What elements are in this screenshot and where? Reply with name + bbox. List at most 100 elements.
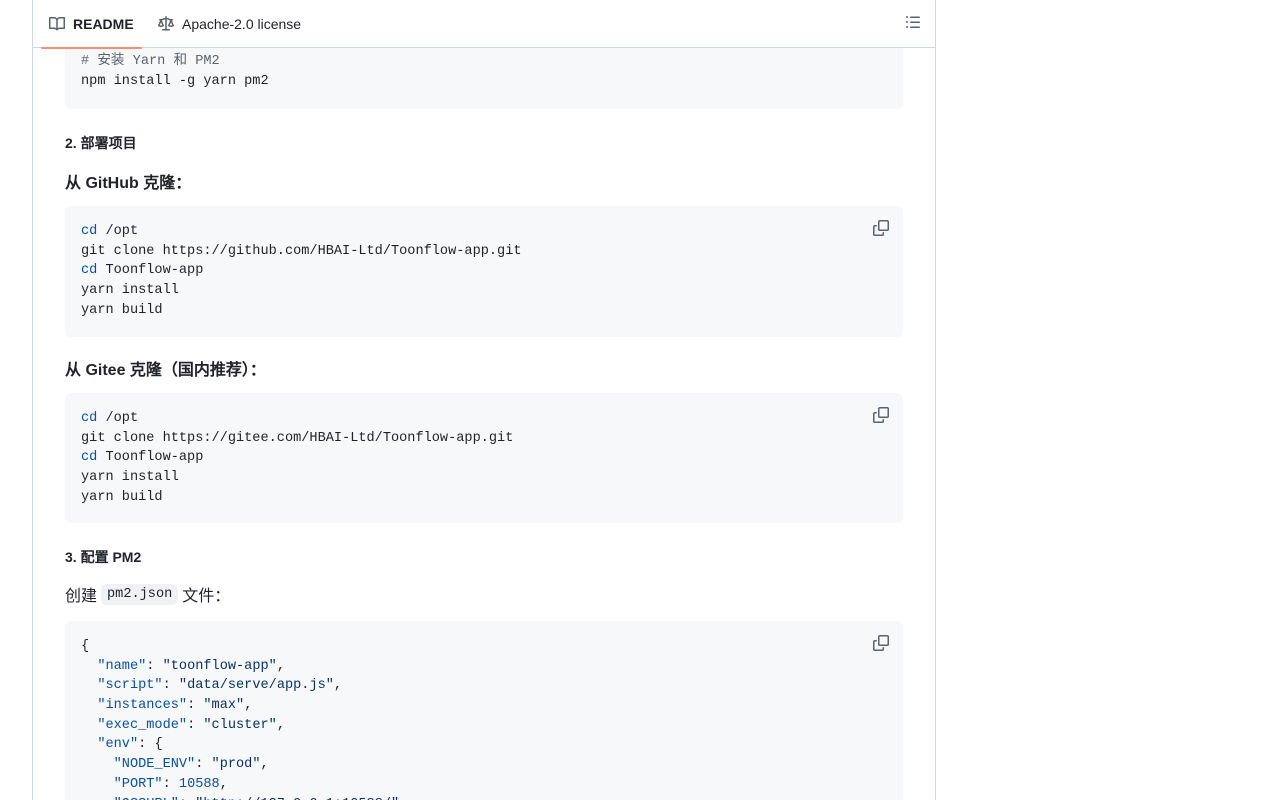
subheading-gitee-clone: 从 Gitee 克隆（国内推荐）： <box>65 362 266 379</box>
code-lines: cd /opt git clone https://github.com/HBAI… <box>81 222 887 320</box>
section-heading-pm2: 3. 配置 PM2 <box>65 549 142 565</box>
code-lines: # 安装 Yarn 和 PM2 npm install -g yarn pm2 <box>81 52 887 91</box>
code-token: cd <box>81 263 98 279</box>
code-token: yarn build <box>81 302 163 318</box>
law-scale-icon <box>158 16 174 32</box>
code-line: cd Toonflow-app <box>81 261 887 281</box>
code-token: : <box>146 658 163 674</box>
code-block-gitee-clone: cd /opt git clone https://gitee.com/HBAI-… <box>65 393 903 523</box>
code-line: cd Toonflow-app <box>81 448 887 468</box>
readme-container: README Apache-2.0 license # 安装 Yarn 和 PM… <box>32 0 936 800</box>
code-token: : { <box>138 737 163 753</box>
code-block-github-clone: cd /opt git clone https://github.com/HBAI… <box>65 206 903 337</box>
code-line: git clone https://gitee.com/HBAI-Ltd/Too… <box>81 429 887 449</box>
code-token: "exec_mode" <box>97 717 188 733</box>
code-lines: { "name": "toonflow-app", "script": "dat… <box>81 637 887 800</box>
copy-icon <box>873 219 889 241</box>
copy-icon <box>873 406 889 428</box>
code-line: cd /opt <box>81 409 887 429</box>
code-token: , <box>276 717 285 733</box>
code-line: "instances": "max", <box>81 696 887 716</box>
code-line: "exec_mode": "cluster", <box>81 716 887 736</box>
code-line: "script": "data/serve/app.js", <box>81 676 887 696</box>
code-token: , <box>244 698 253 714</box>
code-token: "instances" <box>97 698 188 714</box>
code-token: Toonflow-app <box>97 450 204 466</box>
code-token: : <box>187 698 204 714</box>
code-token: { <box>81 639 90 654</box>
copy-button[interactable] <box>867 403 895 431</box>
code-token: Toonflow-app <box>97 263 204 279</box>
code-token: "http://127.0.0.1:10588/" <box>195 797 399 800</box>
code-token: "prod" <box>211 757 261 773</box>
code-token: "OSSURL" <box>114 797 179 800</box>
code-token: : <box>162 776 179 792</box>
inline-code-filename: pm2.json <box>101 583 179 605</box>
code-lines: cd /opt git clone https://gitee.com/HBAI-… <box>81 409 887 507</box>
code-token: cd <box>81 450 98 466</box>
code-token: npm install -g yarn pm2 <box>81 73 269 89</box>
table-of-contents-button[interactable] <box>901 12 925 36</box>
code-token: "max" <box>203 698 245 714</box>
code-line: # 安装 Yarn 和 PM2 <box>81 52 887 72</box>
code-token: cd <box>81 411 98 426</box>
code-line: yarn install <box>81 281 887 301</box>
code-line: "NODE_ENV": "prod", <box>81 755 887 775</box>
code-token: , <box>219 776 228 792</box>
code-token: : <box>187 717 204 733</box>
code-line: "PORT": 10588, <box>81 775 887 795</box>
code-token: "NODE_ENV" <box>113 757 196 773</box>
tab-readme[interactable]: README <box>41 0 142 49</box>
code-line: yarn build <box>81 301 887 321</box>
code-line: "name": "toonflow-app", <box>81 657 887 677</box>
code-line: yarn install <box>81 468 887 488</box>
create-suffix: 文件： <box>182 588 231 605</box>
copy-button[interactable] <box>867 631 895 659</box>
code-line: git clone https://github.com/HBAI-Ltd/To… <box>81 242 887 262</box>
code-token: : <box>162 678 179 694</box>
code-token: yarn install <box>81 470 179 486</box>
section-heading-deploy: 2. 部署项目 <box>65 135 137 151</box>
code-token: , <box>333 678 343 694</box>
code-block-pm2-json: { "name": "toonflow-app", "script": "dat… <box>65 621 903 800</box>
readme-tabbar: README Apache-2.0 license <box>33 0 935 49</box>
code-token: "env" <box>97 737 139 753</box>
code-line: "env": { <box>81 735 887 755</box>
tab-license[interactable]: Apache-2.0 license <box>150 0 309 48</box>
copy-button[interactable] <box>867 216 895 244</box>
subheading-github-clone: 从 GitHub 克隆： <box>65 175 192 192</box>
code-token: "PORT" <box>113 776 163 792</box>
code-token: # 安装 Yarn 和 PM2 <box>81 54 220 69</box>
copy-icon <box>873 634 889 656</box>
paragraph-create-file: 创建 pm2.json 文件： <box>65 583 230 605</box>
code-token: "cluster" <box>203 717 277 733</box>
code-token: "data/serve/app.js" <box>178 678 334 694</box>
code-line: "OSSURL": "http://127.0.0.1:10588/" <box>81 795 887 800</box>
code-token: git clone https://github.com/HBAI-Ltd/To… <box>81 243 522 259</box>
code-token: "name" <box>97 658 147 674</box>
book-icon <box>49 16 66 32</box>
code-token: /opt <box>97 224 139 239</box>
code-token: yarn build <box>81 489 163 505</box>
code-token: yarn install <box>81 283 179 299</box>
code-token: cd <box>81 224 98 239</box>
code-line: { <box>81 637 887 657</box>
code-token: "toonflow-app" <box>162 658 277 674</box>
code-token: , <box>276 658 285 674</box>
code-token: : <box>195 757 212 773</box>
code-token: , <box>260 757 269 773</box>
tab-readme-label: README <box>73 16 134 32</box>
code-token: 10588 <box>178 776 220 792</box>
code-line: yarn build <box>81 488 887 508</box>
create-prefix: 创建 <box>65 588 98 605</box>
code-token: /opt <box>97 411 139 426</box>
code-token: : <box>179 797 195 800</box>
code-token: git clone https://gitee.com/HBAI-Ltd/Too… <box>81 430 514 446</box>
tab-license-label: Apache-2.0 license <box>182 16 302 32</box>
